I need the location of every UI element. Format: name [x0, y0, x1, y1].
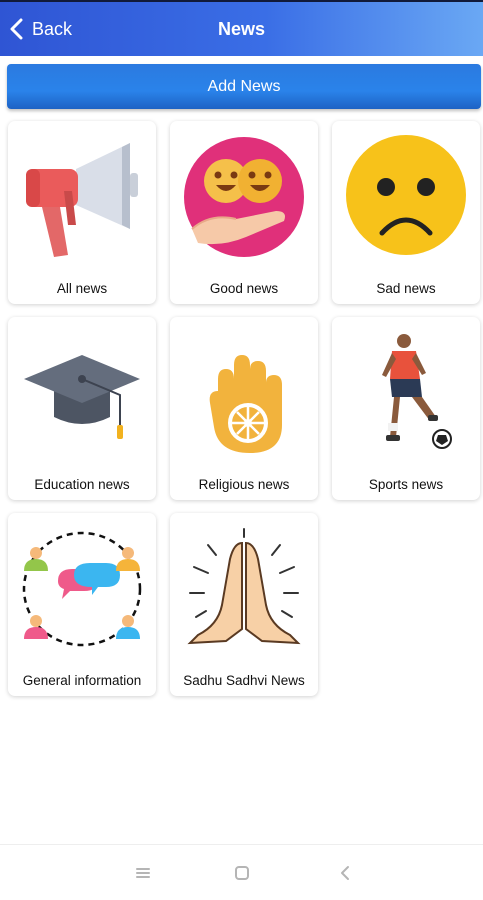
app-header: Back News [0, 0, 483, 56]
category-label: Sports news [368, 477, 444, 492]
people-chat-icon [22, 531, 142, 647]
page-title: News [217, 19, 266, 39]
category-tile-education-news[interactable]: Education news [8, 317, 156, 500]
category-label: Sadhu Sadhvi News [183, 673, 305, 688]
category-label: Religious news [198, 477, 290, 492]
system-navigation-bar [0, 844, 483, 900]
category-label: Education news [34, 477, 130, 492]
sad-face-icon [346, 135, 466, 255]
namaste-hands-icon [187, 528, 301, 645]
football-player-icon [382, 334, 452, 449]
category-tile-all-news[interactable]: All news [8, 121, 156, 304]
recents-icon[interactable] [129, 859, 157, 887]
category-tile-sports-news[interactable]: Sports news [332, 317, 480, 500]
category-tile-sadhu-sadhvi-news[interactable]: Sadhu Sadhvi News [170, 513, 318, 696]
category-label: Good news [209, 281, 279, 296]
ahimsa-hand-icon [209, 355, 282, 453]
category-tile-general-information[interactable]: General information [8, 513, 156, 696]
category-tile-sad-news[interactable]: Sad news [332, 121, 480, 304]
category-label: All news [56, 281, 108, 296]
graduation-cap-icon [24, 355, 140, 439]
add-news-button[interactable]: Add News [7, 64, 481, 109]
home-icon[interactable] [228, 859, 256, 887]
category-label: General information [22, 673, 142, 688]
happy-faces-icon [184, 137, 304, 257]
category-tile-good-news[interactable]: Good news [170, 121, 318, 304]
category-tile-religious-news[interactable]: Religious news [170, 317, 318, 500]
megaphone-icon [26, 143, 138, 257]
system-back-icon[interactable] [331, 859, 359, 887]
category-label: Sad news [376, 281, 436, 296]
